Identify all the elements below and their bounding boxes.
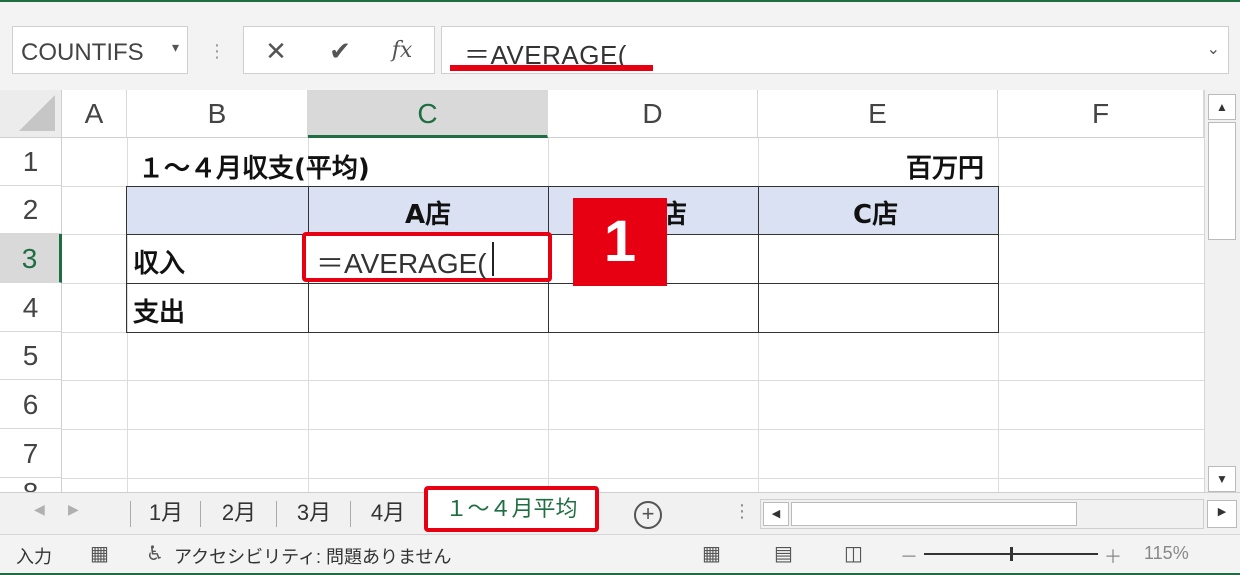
row-header-6[interactable]: 6 [0, 380, 62, 429]
sheet-tab-feb[interactable]: 2月 [206, 497, 272, 529]
column-header-f[interactable]: F [998, 90, 1204, 138]
sheet-tab-average[interactable]: １～４月平均 [424, 486, 599, 532]
horizontal-scrollbar[interactable]: ◀ ▶ [760, 499, 1237, 529]
accessibility-icon[interactable]: ♿ [146, 541, 164, 566]
expand-formula-bar-icon[interactable]: ⌄ [1207, 39, 1220, 59]
row-header-3[interactable]: 3 [0, 234, 62, 283]
status-bar: 入力 ▦ ♿ アクセシビリティ: 問題ありません ▦ ▤ ◫ － ＋ 115% [0, 534, 1240, 575]
zoom-slider-thumb[interactable] [1010, 547, 1013, 561]
tab-splitter-grip-icon[interactable]: ⋮ [733, 501, 751, 522]
scroll-down-icon[interactable]: ▼ [1208, 466, 1236, 492]
cell-b3[interactable]: 収入 [126, 234, 309, 284]
row-header-1[interactable]: 1 [0, 138, 62, 186]
sheet-tab-apr[interactable]: 4月 [356, 497, 420, 529]
gridline [62, 429, 1204, 430]
horizontal-scroll-thumb[interactable] [791, 502, 1077, 526]
text-caret [492, 242, 494, 276]
row-header-5[interactable]: 5 [0, 332, 62, 380]
cell-e1-unit[interactable]: 百万円 [906, 148, 984, 185]
formula-bar-area: COUNTIFS ▾ ⋮ ✕ ✔ fx ＝AVERAGE( ⌄ [0, 0, 1240, 90]
column-header-e[interactable]: E [758, 90, 998, 138]
tab-separator [200, 501, 201, 527]
page-break-preview-icon[interactable]: ◫ [844, 541, 863, 566]
zoom-in-button[interactable]: ＋ [1104, 543, 1122, 569]
column-header-b[interactable]: B [127, 90, 308, 138]
zoom-level[interactable]: 115% [1144, 543, 1189, 564]
row-header-2[interactable]: 2 [0, 186, 62, 234]
column-header-d[interactable]: D [548, 90, 758, 138]
gridline [62, 380, 1204, 381]
cancel-icon[interactable]: ✕ [256, 33, 296, 69]
sheet-tab-mar[interactable]: 3月 [282, 497, 346, 529]
name-box[interactable]: COUNTIFS ▾ [12, 26, 188, 74]
row-header-7[interactable]: 7 [0, 429, 62, 478]
cell-c2[interactable]: A店 [308, 186, 549, 235]
tab-separator [276, 501, 277, 527]
cell-c2-label: A店 [405, 200, 452, 230]
vertical-scrollbar[interactable]: ▲ ▼ [1204, 90, 1240, 494]
accessibility-status[interactable]: アクセシビリティ: 問題ありません [174, 543, 451, 569]
tab-separator [130, 501, 131, 527]
cell-e2-label: C店 [853, 200, 899, 230]
cell-b1-title[interactable]: １～４月収支(平均) [138, 148, 370, 185]
edit-cell-formula: ＝AVERAGE( [316, 248, 487, 279]
cell-e3[interactable] [758, 234, 999, 284]
insert-function-icon[interactable]: fx [382, 33, 422, 69]
formula-highlight-underline [450, 65, 653, 71]
macro-record-icon[interactable]: ▦ [90, 541, 109, 566]
cell-b4-label: 支出 [133, 298, 186, 328]
cell-c4[interactable] [308, 283, 549, 333]
column-header-c[interactable]: C [308, 90, 548, 138]
scroll-up-icon[interactable]: ▲ [1208, 94, 1236, 120]
page-layout-view-icon[interactable]: ▤ [774, 541, 793, 566]
column-header-a[interactable]: A [62, 90, 127, 138]
select-all-triangle-icon [19, 95, 55, 131]
formula-buttons: ✕ ✔ fx [243, 26, 435, 74]
row-header-8[interactable]: 8 [0, 478, 62, 492]
cell-e2[interactable]: C店 [758, 186, 999, 235]
enter-check-icon[interactable]: ✔ [320, 33, 360, 69]
vertical-scroll-thumb[interactable] [1208, 122, 1236, 240]
chevron-down-icon[interactable]: ▾ [172, 39, 179, 56]
gridline [62, 478, 1204, 479]
name-box-value: COUNTIFS [21, 39, 144, 66]
formula-input[interactable]: ＝AVERAGE( ⌄ [441, 26, 1229, 74]
status-mode: 入力 [16, 547, 52, 567]
cell-b3-label: 収入 [133, 249, 186, 279]
scroll-left-icon[interactable]: ◀ [763, 502, 789, 526]
cell-e4[interactable] [758, 283, 999, 333]
sheet-tab-jan[interactable]: 1月 [136, 497, 196, 529]
select-all-corner[interactable] [0, 90, 62, 138]
active-edit-cell-c3[interactable]: ＝AVERAGE( [302, 232, 552, 282]
previous-sheet-icon[interactable]: ◀ [34, 501, 45, 518]
next-sheet-icon[interactable]: ▶ [68, 501, 79, 518]
cell-b4[interactable]: 支出 [126, 283, 309, 333]
scroll-right-icon[interactable]: ▶ [1207, 500, 1237, 528]
cell-b2[interactable] [126, 186, 309, 235]
row-header-4[interactable]: 4 [0, 283, 62, 332]
sheet-tab-bar: ◀ ▶ 1月 2月 3月 4月 １～４月平均 + ⋮ ◀ ▶ [0, 486, 1240, 534]
worksheet-grid[interactable]: A B C D E F 1 2 3 4 5 6 7 8 １～４月収支(平均) 百… [0, 90, 1204, 492]
formula-bar-grip-icon[interactable]: ⋮ [208, 38, 226, 64]
cell-d4[interactable] [548, 283, 759, 333]
normal-view-icon[interactable]: ▦ [702, 541, 721, 566]
add-sheet-icon[interactable]: + [634, 501, 662, 529]
zoom-out-button[interactable]: － [900, 543, 918, 569]
tab-separator [350, 501, 351, 527]
step-number-badge: 1 [573, 198, 667, 286]
